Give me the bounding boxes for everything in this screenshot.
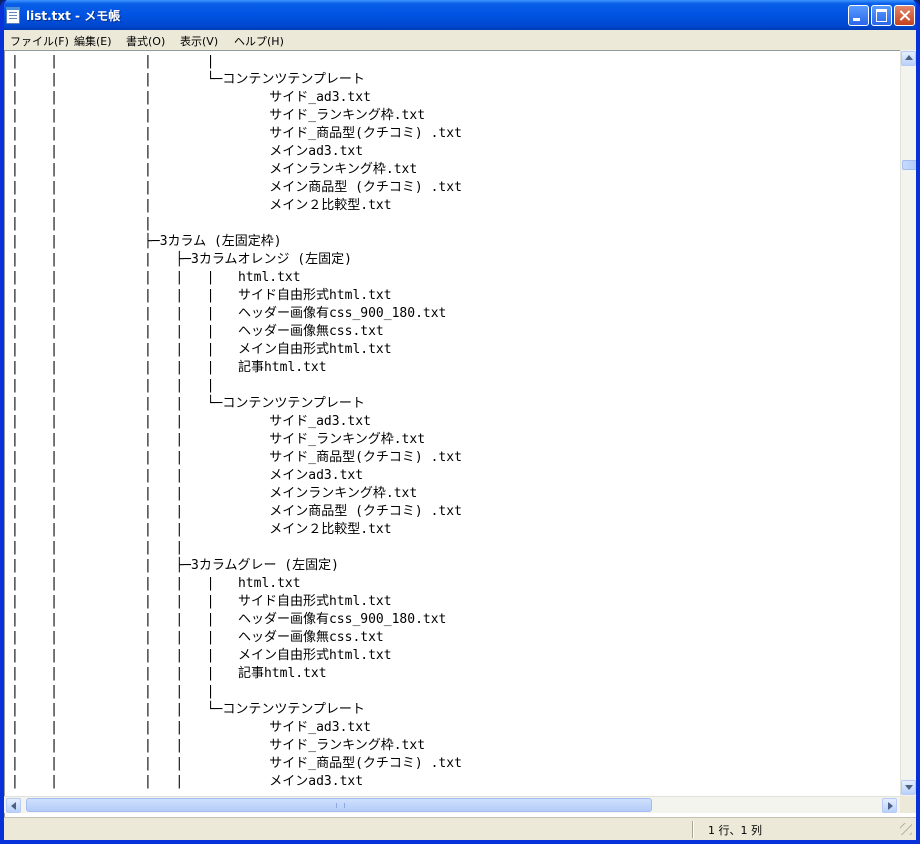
scrollbar-corner: [900, 796, 916, 813]
menu-help[interactable]: ヘルプ(H): [234, 33, 284, 49]
status-divider: [692, 821, 693, 838]
horizontal-scrollbar[interactable]: [4, 796, 900, 813]
menu-edit[interactable]: 編集(E): [74, 33, 112, 49]
scroll-down-button[interactable]: [901, 780, 916, 795]
menu-view[interactable]: 表示(V): [180, 33, 218, 49]
vertical-scrollbar[interactable]: [900, 50, 916, 796]
vertical-scroll-thumb[interactable]: [902, 160, 916, 170]
notepad-icon[interactable]: [6, 7, 20, 24]
maximize-button[interactable]: [871, 5, 892, 26]
notepad-window: list.txt - メモ帳 ファイル(F) 編集(E) 書式(O) 表示(V)…: [0, 0, 920, 844]
minimize-button[interactable]: [848, 5, 869, 26]
arrow-right-icon: [888, 802, 893, 810]
scroll-left-button[interactable]: [6, 798, 21, 813]
window-title: list.txt - メモ帳: [26, 9, 121, 23]
menu-bar: ファイル(F) 編集(E) 書式(O) 表示(V) ヘルプ(H): [4, 30, 916, 50]
menu-file[interactable]: ファイル(F): [10, 33, 69, 49]
menu-format[interactable]: 書式(O): [126, 33, 165, 49]
close-button[interactable]: [894, 5, 915, 26]
title-bar[interactable]: list.txt - メモ帳: [4, 0, 916, 30]
document-text[interactable]: | | | | | | | └─コンテンツテンプレート | | | サイド_ad…: [11, 53, 891, 791]
arrow-down-icon: [905, 785, 913, 790]
arrow-up-icon: [905, 55, 913, 60]
status-bar: 1 行、1 列: [4, 817, 916, 840]
text-editor[interactable]: | | | | | | | └─コンテンツテンプレート | | | サイド_ad…: [4, 50, 916, 817]
horizontal-scroll-thumb[interactable]: [26, 798, 652, 812]
cursor-position: 1 行、1 列: [708, 824, 762, 837]
arrow-left-icon: [11, 802, 16, 810]
resize-grip-icon[interactable]: [900, 823, 912, 835]
scroll-right-button[interactable]: [882, 798, 897, 813]
scroll-up-button[interactable]: [901, 51, 916, 66]
